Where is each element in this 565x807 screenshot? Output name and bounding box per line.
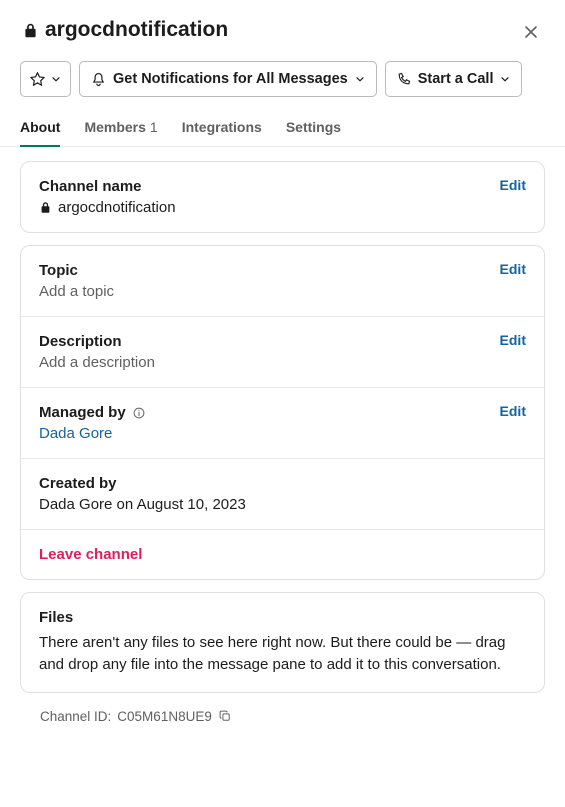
close-icon [521,22,541,42]
chevron-down-icon [354,73,366,85]
lock-icon [22,22,39,39]
edit-channel-name[interactable]: Edit [500,177,526,193]
channel-name-card: Channel name argocdnotification Edit [20,161,545,233]
channel-title: argocdnotification [22,18,228,42]
tab-settings[interactable]: Settings [286,113,341,147]
description-label: Description [39,333,526,350]
description-value: Add a description [39,354,526,371]
info-icon[interactable] [132,406,146,420]
files-label: Files [39,609,526,626]
phone-icon [396,71,412,87]
managed-by-value[interactable]: Dada Gore [39,425,526,442]
topic-label: Topic [39,262,526,279]
edit-managed-by[interactable]: Edit [500,403,526,419]
leave-channel[interactable]: Leave channel [39,546,142,563]
channel-id: Channel ID: C05M61N8UE9 [20,705,545,752]
channel-name-label: Channel name [39,178,526,195]
lock-icon [39,201,52,214]
bell-icon [90,71,107,88]
created-by-value: Dada Gore on August 10, 2023 [39,496,526,513]
files-body: There aren't any files to see here right… [39,632,526,676]
tab-members[interactable]: Members 1 [84,113,157,147]
tab-about[interactable]: About [20,113,60,147]
edit-description[interactable]: Edit [500,332,526,348]
details-card: Topic Add a topic Edit Description Add a… [20,245,545,580]
channel-id-value: C05M61N8UE9 [117,709,212,724]
notifications-button[interactable]: Get Notifications for All Messages [79,61,377,97]
created-by-label: Created by [39,475,526,492]
files-card: Files There aren't any files to see here… [20,592,545,693]
start-call-button[interactable]: Start a Call [385,61,523,97]
close-button[interactable] [517,18,545,49]
star-icon [29,71,46,88]
tabs: About Members 1 Integrations Settings [0,113,565,147]
start-call-label: Start a Call [418,71,494,87]
managed-by-label: Managed by [39,404,526,421]
star-button[interactable] [20,61,71,97]
copy-icon[interactable] [218,709,232,723]
channel-name-value: argocdnotification [39,199,526,216]
topic-value: Add a topic [39,283,526,300]
edit-topic[interactable]: Edit [500,261,526,277]
notifications-label: Get Notifications for All Messages [113,71,348,87]
tab-integrations[interactable]: Integrations [182,113,262,147]
chevron-down-icon [499,73,511,85]
channel-title-text: argocdnotification [45,18,228,42]
chevron-down-icon [50,73,62,85]
